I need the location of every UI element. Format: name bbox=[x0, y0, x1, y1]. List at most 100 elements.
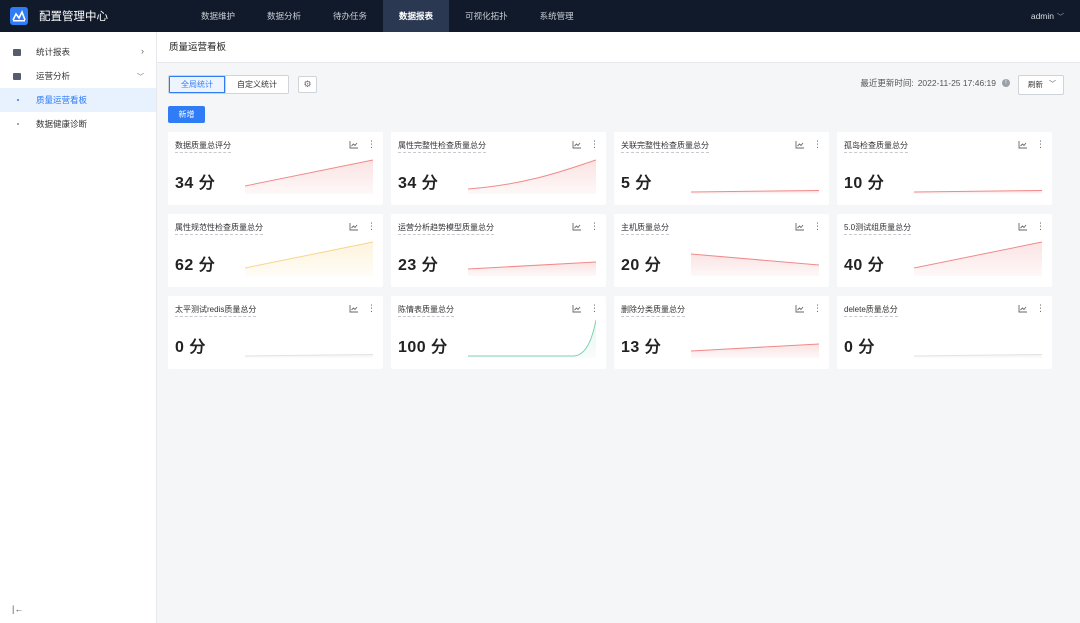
sidebar-group-label: 运营分析 bbox=[36, 71, 71, 81]
tab-custom-stats[interactable]: 自定义统计 bbox=[225, 76, 288, 93]
settings-button[interactable]: ⚙ bbox=[298, 76, 317, 93]
trend-sparkline bbox=[914, 241, 1042, 276]
sidebar-group-label: 统计报表 bbox=[36, 47, 71, 57]
sparkline-area bbox=[245, 160, 373, 194]
score-card-grid: 数据质量总评分 ⋮ 34 分 属性完整性检查质量总分 ⋮ 34 分 关联完整性检查质量总分 ⋮… bbox=[168, 132, 1052, 369]
card-actions: ⋮ bbox=[795, 304, 822, 313]
line-chart-icon[interactable] bbox=[795, 222, 804, 231]
chevron-down-icon: ﹀ bbox=[1049, 81, 1056, 88]
line-chart-icon[interactable] bbox=[795, 304, 804, 313]
score-card[interactable]: 主机质量总分 ⋮ 20 分 bbox=[614, 214, 829, 287]
card-score: 0 分 bbox=[844, 339, 875, 356]
sparkline-area bbox=[691, 254, 819, 276]
more-options-icon[interactable]: ⋮ bbox=[1036, 140, 1045, 149]
user-name: admin bbox=[1030, 11, 1054, 21]
card-score: 62 分 bbox=[175, 257, 216, 274]
sidebar-item-quality-dashboard[interactable]: 质量运营看板 bbox=[0, 88, 156, 112]
gear-icon: ⚙ bbox=[303, 79, 312, 89]
line-chart-icon[interactable] bbox=[349, 304, 358, 313]
sidebar-item-health-diagnosis[interactable]: 数据健康诊断 bbox=[0, 112, 156, 136]
more-options-icon[interactable]: ⋮ bbox=[590, 304, 599, 313]
card-score: 20 分 bbox=[621, 257, 662, 274]
more-options-icon[interactable]: ⋮ bbox=[367, 222, 376, 231]
bullet-icon bbox=[17, 123, 19, 125]
more-options-icon[interactable]: ⋮ bbox=[1036, 222, 1045, 231]
card-actions: ⋮ bbox=[572, 140, 599, 149]
nav-item-data-maintenance[interactable]: 数据维护 bbox=[185, 0, 251, 32]
card-title: 孤岛检查质量总分 bbox=[844, 140, 908, 153]
card-actions: ⋮ bbox=[572, 304, 599, 313]
score-card[interactable]: 删除分类质量总分 ⋮ 13 分 bbox=[614, 296, 829, 369]
bullet-icon bbox=[17, 99, 19, 101]
info-icon[interactable]: ! bbox=[1002, 79, 1010, 87]
card-score: 34 分 bbox=[175, 175, 216, 192]
main-nav: 数据维护 数据分析 待办任务 数据报表 可视化拓扑 系统管理 bbox=[185, 0, 590, 32]
refresh-label: 刷新 bbox=[1028, 80, 1043, 89]
sparkline-line bbox=[468, 320, 596, 357]
card-title: 陈情表质量总分 bbox=[398, 304, 454, 317]
nav-item-todo-tasks[interactable]: 待办任务 bbox=[317, 0, 383, 32]
line-chart-icon[interactable] bbox=[349, 222, 358, 231]
last-updated: 最近更新时间: 2022-11-25 17:46:19 ! bbox=[860, 77, 1010, 89]
card-score: 40 分 bbox=[844, 257, 885, 274]
updated-time: 2022-11-25 17:46:19 bbox=[917, 78, 996, 88]
score-card[interactable]: 太平测试redis质量总分 ⋮ 0 分 bbox=[168, 296, 383, 369]
line-chart-icon[interactable] bbox=[572, 140, 581, 149]
sidebar-group-stat-reports[interactable]: 统计报表 › bbox=[0, 40, 156, 64]
sparkline-area bbox=[468, 262, 596, 276]
card-actions: ⋮ bbox=[572, 222, 599, 231]
more-options-icon[interactable]: ⋮ bbox=[367, 304, 376, 313]
card-actions: ⋮ bbox=[1018, 304, 1045, 313]
report-icon bbox=[13, 48, 21, 56]
score-card[interactable]: delete质量总分 ⋮ 0 分 bbox=[837, 296, 1052, 369]
line-chart-icon[interactable] bbox=[795, 140, 804, 149]
more-options-icon[interactable]: ⋮ bbox=[367, 140, 376, 149]
score-card[interactable]: 陈情表质量总分 ⋮ 100 分 bbox=[391, 296, 606, 369]
sidebar-item-label: 数据健康诊断 bbox=[36, 119, 88, 129]
user-menu[interactable]: admin ﹀ bbox=[1031, 0, 1064, 32]
line-chart-icon[interactable] bbox=[572, 222, 581, 231]
score-card[interactable]: 属性完整性检查质量总分 ⋮ 34 分 bbox=[391, 132, 606, 205]
card-title: delete质量总分 bbox=[844, 304, 898, 317]
trend-sparkline bbox=[468, 320, 596, 358]
score-card[interactable]: 5.0测试组质量总分 ⋮ 40 分 bbox=[837, 214, 1052, 287]
more-options-icon[interactable]: ⋮ bbox=[813, 222, 822, 231]
nav-item-visual-topology[interactable]: 可视化拓扑 bbox=[449, 0, 524, 32]
more-options-icon[interactable]: ⋮ bbox=[813, 304, 822, 313]
sidebar-item-label: 质量运营看板 bbox=[36, 95, 88, 105]
more-options-icon[interactable]: ⋮ bbox=[590, 140, 599, 149]
trend-sparkline bbox=[468, 261, 596, 276]
line-chart-icon[interactable] bbox=[1018, 304, 1027, 313]
card-actions: ⋮ bbox=[349, 304, 376, 313]
card-title: 属性规范性检查质量总分 bbox=[175, 222, 263, 235]
trend-sparkline bbox=[691, 343, 819, 358]
score-card[interactable]: 运营分析趋势模型质量总分 ⋮ 23 分 bbox=[391, 214, 606, 287]
card-title: 太平测试redis质量总分 bbox=[175, 304, 257, 317]
score-card[interactable]: 属性规范性检查质量总分 ⋮ 62 分 bbox=[168, 214, 383, 287]
line-chart-icon[interactable] bbox=[572, 304, 581, 313]
card-title: 关联完整性检查质量总分 bbox=[621, 140, 709, 153]
nav-item-data-analysis[interactable]: 数据分析 bbox=[251, 0, 317, 32]
line-chart-icon[interactable] bbox=[1018, 222, 1027, 231]
chevron-right-icon: › bbox=[141, 46, 144, 56]
chevron-down-icon: ﹀ bbox=[1057, 14, 1064, 21]
more-options-icon[interactable]: ⋮ bbox=[813, 140, 822, 149]
line-chart-icon[interactable] bbox=[349, 140, 358, 149]
score-card[interactable]: 关联完整性检查质量总分 ⋮ 5 分 bbox=[614, 132, 829, 205]
card-title: 运营分析趋势模型质量总分 bbox=[398, 222, 494, 235]
card-actions: ⋮ bbox=[349, 140, 376, 149]
sidebar-group-operation-analysis[interactable]: 运营分析 ﹀ bbox=[0, 64, 156, 88]
refresh-dropdown[interactable]: 刷新 ﹀ bbox=[1018, 75, 1064, 95]
tab-global-stats[interactable]: 全局统计 bbox=[169, 76, 225, 93]
nav-item-system-management[interactable]: 系统管理 bbox=[524, 0, 590, 32]
line-chart-icon[interactable] bbox=[1018, 140, 1027, 149]
add-button[interactable]: 新增 bbox=[168, 106, 205, 123]
more-options-icon[interactable]: ⋮ bbox=[1036, 304, 1045, 313]
collapse-sidebar-icon[interactable]: |← bbox=[12, 604, 23, 614]
more-options-icon[interactable]: ⋮ bbox=[590, 222, 599, 231]
logo-icon[interactable] bbox=[10, 7, 28, 25]
nav-item-data-reports[interactable]: 数据报表 bbox=[383, 0, 450, 32]
score-card[interactable]: 数据质量总评分 ⋮ 34 分 bbox=[168, 132, 383, 205]
card-title: 数据质量总评分 bbox=[175, 140, 231, 153]
score-card[interactable]: 孤岛检查质量总分 ⋮ 10 分 bbox=[837, 132, 1052, 205]
